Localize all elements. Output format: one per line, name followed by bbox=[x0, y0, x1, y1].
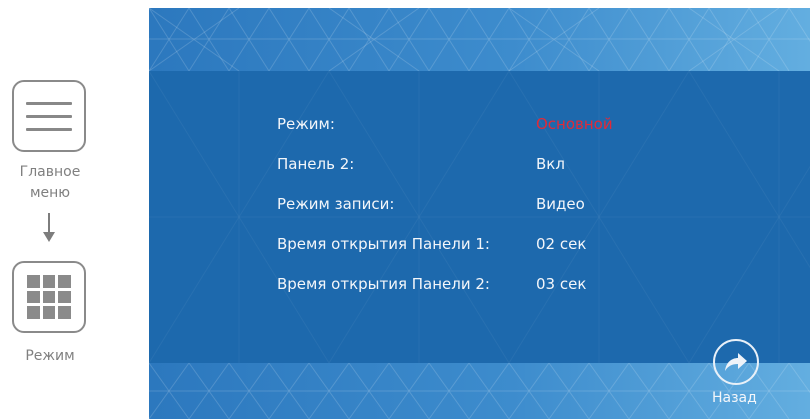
setting-value[interactable]: 02 сек bbox=[536, 235, 586, 253]
setting-label: Время открытия Панели 1: bbox=[277, 235, 490, 253]
main-menu-label: Главное меню bbox=[0, 162, 100, 204]
down-arrow-head-icon bbox=[43, 232, 55, 242]
mode-button[interactable] bbox=[12, 261, 86, 333]
mode-label: Режим bbox=[25, 348, 75, 364]
setting-label: Панель 2: bbox=[277, 155, 355, 173]
setting-row-panel2[interactable]: Панель 2: Вкл bbox=[149, 155, 810, 179]
setting-value-selected[interactable]: Основной bbox=[536, 115, 613, 133]
bottom-pattern-band bbox=[149, 363, 810, 419]
setting-label: Время открытия Панели 2: bbox=[277, 275, 490, 293]
hamburger-icon-bar bbox=[26, 115, 72, 118]
pattern-decoration bbox=[149, 8, 810, 71]
share-arrow-icon bbox=[725, 353, 747, 371]
main-menu-label-line2: меню bbox=[29, 185, 71, 201]
main-menu-label-line1: Главное bbox=[19, 164, 81, 180]
grid-icon bbox=[27, 275, 71, 319]
settings-panel: Режим: Основной Панель 2: Вкл Режим запи… bbox=[149, 71, 810, 363]
device-screen: Режим: Основной Панель 2: Вкл Режим запи… bbox=[149, 8, 810, 419]
setting-label: Режим: bbox=[277, 115, 335, 133]
setting-row-panel2-open-time[interactable]: Время открытия Панели 2: 03 сек bbox=[149, 275, 810, 299]
back-button[interactable] bbox=[713, 339, 759, 385]
setting-row-mode[interactable]: Режим: Основной bbox=[149, 115, 810, 139]
setting-value[interactable]: Видео bbox=[536, 195, 585, 213]
main-menu-button[interactable] bbox=[12, 80, 86, 152]
setting-row-record-mode[interactable]: Режим записи: Видео bbox=[149, 195, 810, 219]
setting-value[interactable]: 03 сек bbox=[536, 275, 586, 293]
hamburger-icon-bar bbox=[26, 128, 72, 131]
setting-value[interactable]: Вкл bbox=[536, 155, 565, 173]
hamburger-icon-bar bbox=[26, 102, 72, 105]
setting-label: Режим записи: bbox=[277, 195, 395, 213]
back-label[interactable]: Назад bbox=[712, 390, 757, 406]
top-pattern-band bbox=[149, 8, 810, 71]
pattern-decoration bbox=[149, 363, 810, 419]
setting-row-panel1-open-time[interactable]: Время открытия Панели 1: 02 сек bbox=[149, 235, 810, 259]
